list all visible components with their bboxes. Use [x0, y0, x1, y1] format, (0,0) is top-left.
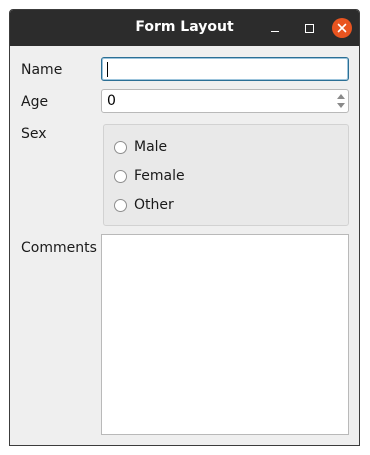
spin-down-icon[interactable] [337, 103, 345, 108]
radio-circle-icon[interactable] [114, 169, 127, 183]
radio-other-label: Other [134, 197, 174, 213]
radio-other[interactable]: Other [114, 195, 174, 215]
form-layout-window: Form Layout Name Age 0 Sex Male Female O… [9, 9, 360, 446]
sex-radio-group: Male Female Other [103, 124, 349, 226]
comments-label: Comments [21, 240, 97, 256]
comments-textarea[interactable] [101, 234, 349, 435]
sex-label: Sex [21, 126, 47, 142]
name-input[interactable] [101, 57, 349, 81]
close-icon [332, 18, 352, 38]
title-bar[interactable]: Form Layout [10, 10, 359, 46]
spin-up-icon[interactable] [337, 94, 345, 99]
radio-circle-icon[interactable] [114, 198, 127, 212]
age-value: 0 [107, 93, 116, 109]
text-cursor [107, 62, 108, 77]
spin-arrows [334, 90, 348, 112]
radio-circle-icon[interactable] [114, 140, 127, 154]
age-spinbox[interactable]: 0 [101, 89, 349, 113]
close-button[interactable] [331, 17, 353, 39]
age-label: Age [21, 94, 49, 110]
minimize-button[interactable] [264, 17, 286, 39]
radio-male-label: Male [134, 139, 168, 155]
minimize-icon [271, 30, 279, 32]
name-label: Name [21, 62, 63, 78]
radio-female[interactable]: Female [114, 166, 185, 186]
maximize-button[interactable] [298, 17, 320, 39]
radio-female-label: Female [134, 168, 185, 184]
radio-male[interactable]: Male [114, 137, 167, 157]
maximize-icon [304, 23, 314, 33]
